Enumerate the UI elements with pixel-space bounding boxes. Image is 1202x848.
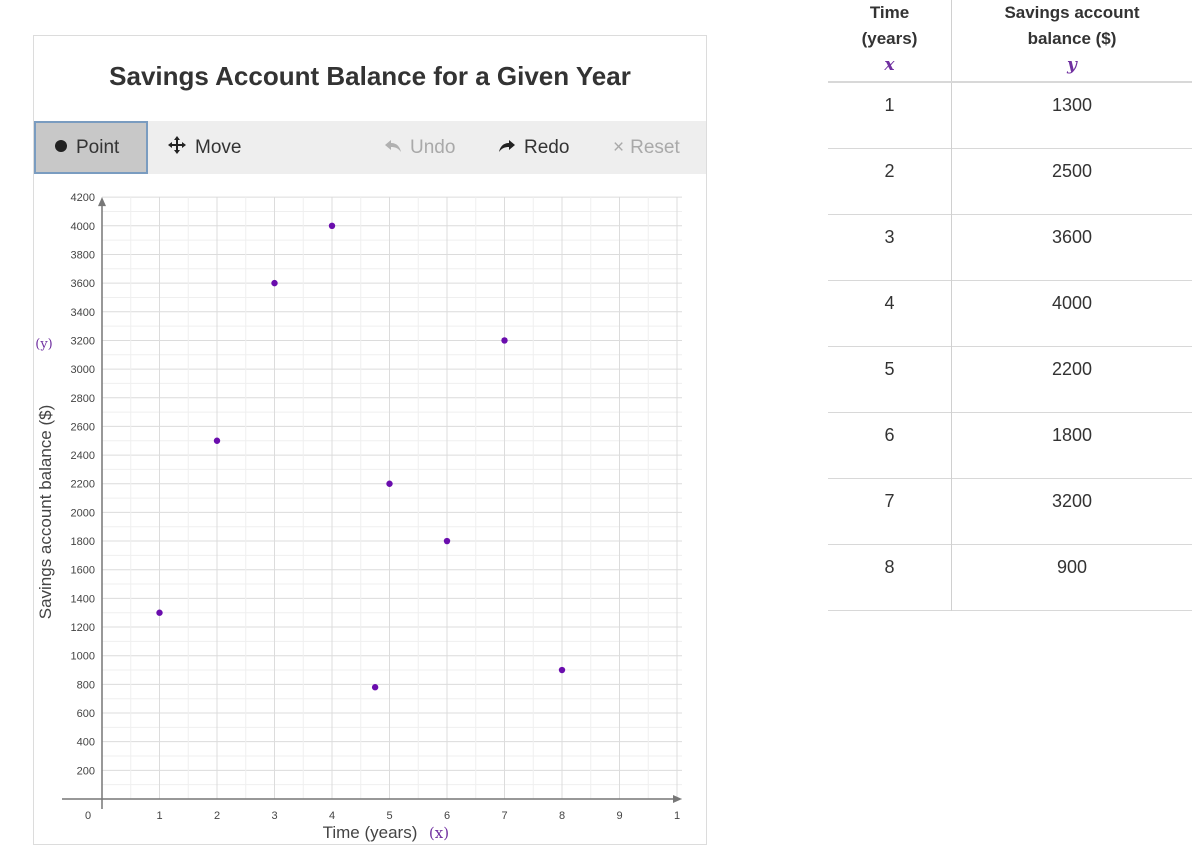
x-tick-label: 5 xyxy=(386,810,392,822)
table-row: 6 1800 xyxy=(828,412,1192,478)
table-row: 2 2500 xyxy=(828,148,1192,214)
cell-balance: 4000 xyxy=(1051,292,1093,313)
y-tick-label: 3600 xyxy=(71,278,95,290)
y-tick-label: 200 xyxy=(77,765,95,777)
table-row: 1 1300 xyxy=(828,82,1192,148)
data-point[interactable] xyxy=(156,609,163,616)
y-tick-label: 4200 xyxy=(71,192,95,204)
table-header-balance: Savings account balance ($) y xyxy=(952,0,1193,82)
y-tick-label: 2800 xyxy=(71,393,95,405)
y-tick-label: 1000 xyxy=(71,651,95,663)
data-point[interactable] xyxy=(501,337,508,344)
data-table: Time (years) x Savings account balance (… xyxy=(828,0,1192,611)
y-tick-label: 1600 xyxy=(71,565,95,577)
cell-time: 5 xyxy=(828,346,952,412)
y-tick-label: 1800 xyxy=(71,536,95,548)
x-tick-label: 0 xyxy=(85,810,91,822)
data-point[interactable] xyxy=(213,437,221,444)
cell-balance: 900 xyxy=(1056,556,1088,577)
data-point[interactable] xyxy=(271,279,278,287)
table-row: 8 900 xyxy=(828,544,1192,610)
header-note-x: x xyxy=(884,55,895,75)
y-tick-label: 600 xyxy=(77,708,95,720)
cell-time: 6 xyxy=(828,412,952,478)
table-row: 7 3200 xyxy=(828,478,1192,544)
cell-balance: 1300 xyxy=(1051,95,1093,115)
y-tick-label: 3800 xyxy=(71,249,95,261)
header-note-y: y xyxy=(1067,55,1077,75)
cell-balance: 1800 xyxy=(1051,424,1093,445)
y-tick-label: 1200 xyxy=(71,622,95,634)
y-tick-label: 3400 xyxy=(71,307,95,319)
table-header-time: Time (years) x xyxy=(828,0,952,82)
data-point[interactable] xyxy=(558,666,566,674)
annotation-y: (y) xyxy=(35,337,53,352)
cell-time: 7 xyxy=(828,478,952,544)
cell-balance: 2500 xyxy=(1051,160,1093,181)
y-tick-label: 2400 xyxy=(71,450,95,462)
cell-time: 1 xyxy=(828,82,952,148)
cell-balance: 3200 xyxy=(1051,490,1093,511)
table-row: 5 2200 xyxy=(828,346,1192,412)
cell-time: 4 xyxy=(828,280,952,346)
table-body: 1 1300 2 2500 3 3600 4 4000 5 2200 6 1800 7 3200 8 900 xyxy=(828,82,1192,610)
y-tick-label: 3000 xyxy=(71,364,95,376)
x-tick-label: 6 xyxy=(444,810,450,822)
x-axis-label: Time (years) xyxy=(323,823,418,842)
x-tick-label: 4 xyxy=(329,810,335,822)
y-tick-label: 800 xyxy=(77,679,95,691)
table-row: 4 4000 xyxy=(828,280,1192,346)
data-point[interactable] xyxy=(328,222,336,229)
x-tick-label: 8 xyxy=(559,810,565,822)
cell-time: 3 xyxy=(828,214,952,280)
y-tick-label: 2000 xyxy=(71,507,95,519)
y-tick-label: 1400 xyxy=(71,593,95,605)
cell-balance: 3600 xyxy=(1051,226,1093,247)
y-axis-arrow-icon xyxy=(98,197,106,207)
y-tick-label: 4000 xyxy=(71,221,95,233)
x-tick-label: 3 xyxy=(271,810,277,822)
data-point[interactable] xyxy=(443,537,451,545)
header-balance-text: Savings account balance ($) xyxy=(1004,3,1140,48)
y-tick-label: 400 xyxy=(77,737,95,749)
data-table-container: Time (years) x Savings account balance (… xyxy=(828,0,1192,611)
cell-time: 2 xyxy=(828,148,952,214)
x-tick-label: 9 xyxy=(616,810,622,822)
x-tick-label: 1 xyxy=(156,810,162,822)
cell-balance: 2200 xyxy=(1051,358,1093,379)
y-tick-label: 2600 xyxy=(71,421,95,433)
x-tick-label: 1 xyxy=(674,810,680,822)
x-tick-label: 7 xyxy=(501,810,507,822)
x-tick-label: 2 xyxy=(214,810,220,822)
y-axis-label: Savings account balance ($) xyxy=(36,405,55,620)
y-tick-label: 2200 xyxy=(71,479,95,491)
y-tick-label: 3200 xyxy=(71,335,95,347)
data-point[interactable] xyxy=(386,480,393,487)
data-point[interactable] xyxy=(371,684,379,691)
cell-time: 8 xyxy=(828,544,952,610)
annotation-x: (x) xyxy=(429,824,449,842)
table-row: 3 3600 xyxy=(828,214,1192,280)
header-time-text: Time (years) xyxy=(861,3,918,48)
